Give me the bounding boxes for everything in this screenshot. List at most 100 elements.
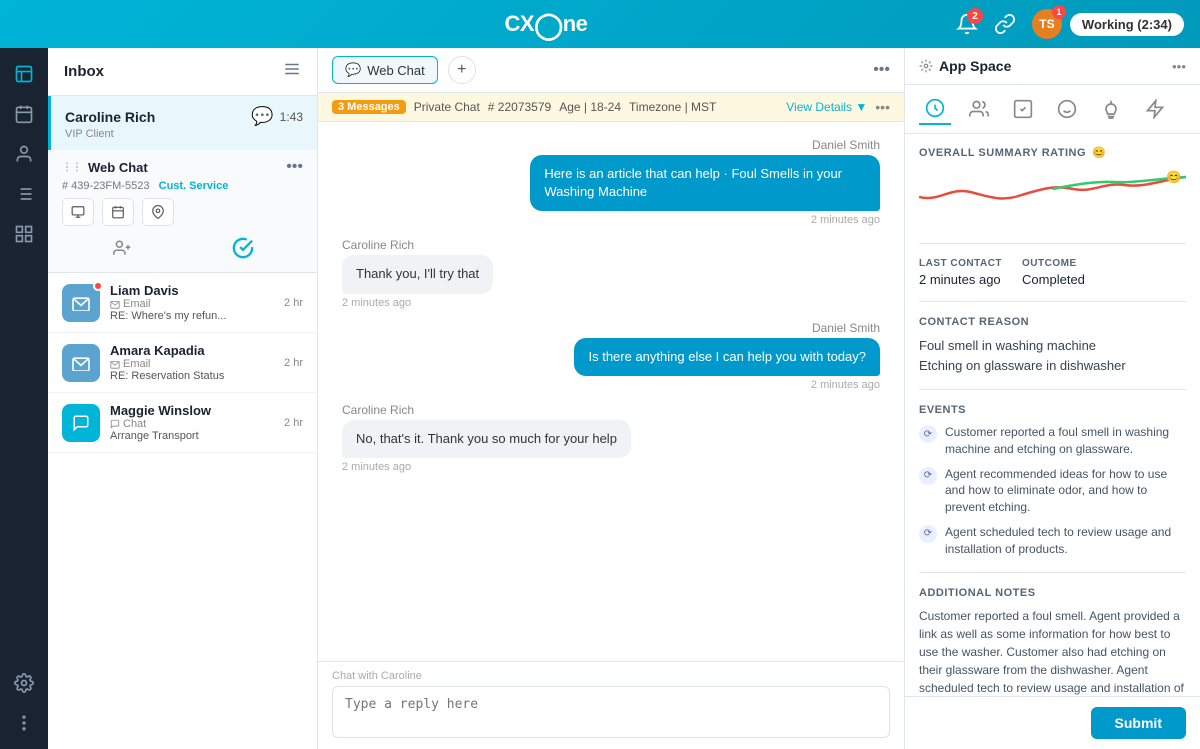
chat-input-label: Chat with Caroline	[332, 670, 890, 682]
rating-chart: 😊	[919, 167, 1186, 217]
webchat-label: Web Chat	[88, 160, 148, 175]
message-time: 2 minutes ago	[342, 297, 411, 309]
event-list: ⟳ Customer reported a foul smell in wash…	[919, 424, 1186, 558]
contact-avatar-amara	[62, 344, 100, 382]
tab-emoji[interactable]	[1051, 93, 1083, 125]
sidebar-grid-icon[interactable]	[6, 216, 42, 252]
message-bubble: Is there anything else I can help you wi…	[574, 338, 880, 376]
drag-handle[interactable]: ⋮⋮	[62, 162, 82, 173]
sidebar-list-icon[interactable]	[6, 176, 42, 212]
message-bubble: Thank you, I'll try that	[342, 255, 493, 293]
summary-title: OVERALL SUMMARY RATING 😊	[919, 146, 1186, 159]
event-text: Customer reported a foul smell in washin…	[945, 424, 1186, 458]
screen-icon-button[interactable]	[62, 198, 94, 226]
sidebar-inbox-icon[interactable]	[6, 56, 42, 92]
contact-subject: RE: Reservation Status	[110, 370, 274, 382]
event-item: ⟳ Agent scheduled tech to review usage a…	[919, 524, 1186, 558]
submit-button[interactable]: Submit	[1091, 707, 1186, 739]
contact-time: 2 hr	[284, 417, 303, 429]
event-item: ⟳ Customer reported a foul smell in wash…	[919, 424, 1186, 458]
chat-messages: Daniel Smith Here is an article that can…	[318, 122, 904, 661]
list-item[interactable]: Amara Kapadia Email RE: Reservation Stat…	[48, 333, 317, 393]
user-avatar: TS 1	[1032, 9, 1062, 39]
tab-bolt[interactable]	[1139, 93, 1171, 125]
avatar-initials: TS	[1039, 17, 1054, 31]
contact-name: Amara Kapadia	[110, 343, 274, 358]
inbox-panel: Inbox Caroline Rich 💬 1:43 VIP Client ⋮⋮…	[48, 48, 318, 749]
tab-summary[interactable]	[919, 93, 951, 125]
unread-indicator	[93, 281, 103, 291]
chat-more-button[interactable]: •••	[873, 61, 890, 79]
status-label: Working (2:34)	[1082, 17, 1172, 32]
active-contact[interactable]: Caroline Rich 💬 1:43 VIP Client	[48, 96, 317, 150]
private-chat-label: Private Chat	[414, 100, 480, 114]
inbox-filter-button[interactable]	[283, 60, 301, 83]
action-icons	[62, 198, 303, 226]
sidebar-settings-icon[interactable]	[6, 665, 42, 701]
link-button[interactable]	[994, 13, 1016, 35]
notifications-button[interactable]: 2	[956, 13, 978, 35]
age-label: Age | 18-24	[559, 100, 621, 114]
inbox-header: Inbox	[48, 48, 317, 96]
message-sender: Caroline Rich	[342, 403, 414, 417]
contact-avatar-maggie	[62, 404, 100, 442]
nav-right: 2 TS 1 Working (2:34)	[956, 9, 1184, 39]
appspace-more-button[interactable]: •••	[1172, 59, 1186, 74]
stats-section: LAST CONTACT 2 minutes ago OUTCOME Compl…	[919, 258, 1186, 302]
contact-avatar-liam	[62, 284, 100, 322]
status-button[interactable]: Working (2:34)	[1070, 13, 1184, 36]
message-time: 2 minutes ago	[811, 214, 880, 226]
contact-reason-section: CONTACT REASON Foul smell in washing mac…	[919, 316, 1186, 390]
message-group: Caroline Rich No, that's it. Thank you s…	[342, 403, 880, 473]
webchat-title: ⋮⋮ Web Chat	[62, 160, 148, 175]
event-icon-1: ⟳	[919, 425, 937, 443]
location-icon-button[interactable]	[142, 198, 174, 226]
contact-subject: RE: Where's my refun...	[110, 310, 274, 322]
calendar-icon-button[interactable]	[102, 198, 134, 226]
message-time: 2 minutes ago	[811, 379, 880, 391]
message-time: 2 minutes ago	[342, 461, 411, 473]
event-text: Agent recommended ideas for how to use a…	[945, 466, 1186, 516]
message-sender: Daniel Smith	[812, 321, 880, 335]
contact-subject: Arrange Transport	[110, 430, 274, 442]
additional-notes-title: ADDITIONAL NOTES	[919, 587, 1186, 599]
list-item[interactable]: Maggie Winslow Chat Arrange Transport 2 …	[48, 393, 317, 453]
accept-button[interactable]	[225, 232, 261, 264]
sidebar-calendar-icon[interactable]	[6, 96, 42, 132]
add-user-button[interactable]	[104, 232, 140, 264]
webchat-bottom-actions	[62, 232, 303, 264]
additional-notes-text: Customer reported a foul smell. Agent pr…	[919, 607, 1186, 696]
webchat-tab[interactable]: 💬 Web Chat	[332, 56, 438, 84]
contact-name: Maggie Winslow	[110, 403, 274, 418]
chat-meta-more-button[interactable]: •••	[875, 99, 890, 115]
last-contact-stat: LAST CONTACT 2 minutes ago	[919, 258, 1002, 287]
tab-contacts[interactable]	[963, 93, 995, 125]
message-sender: Caroline Rich	[342, 238, 414, 252]
list-item[interactable]: Liam Davis Email RE: Where's my refun...…	[48, 273, 317, 333]
tab-label: Web Chat	[367, 63, 425, 78]
tab-profile[interactable]	[1007, 93, 1039, 125]
webchat-more-button[interactable]: •••	[286, 158, 303, 176]
outcome-label: OUTCOME	[1022, 258, 1085, 269]
chat-input-area: Chat with Caroline	[318, 661, 904, 749]
timezone-label: Timezone | MST	[629, 100, 716, 114]
contact-time: 2 hr	[284, 297, 303, 309]
message-bubble: Here is an article that can help · Foul …	[530, 155, 880, 211]
message-group: Daniel Smith Here is an article that can…	[342, 138, 880, 226]
message-count-badge: 3 Messages	[332, 100, 406, 114]
outcome-stat: OUTCOME Completed	[1022, 258, 1085, 287]
chat-input[interactable]	[332, 686, 890, 738]
sidebar-person-icon[interactable]	[6, 136, 42, 172]
appspace-tabs	[905, 85, 1200, 134]
sidebar-more-icon[interactable]	[6, 705, 42, 741]
webchat-meta: # 439-23FM-5523 Cust. Service	[62, 180, 303, 192]
logo-text: CX◯ne	[505, 11, 588, 37]
contact-name: Liam Davis	[110, 283, 274, 298]
contact-type: Email	[110, 358, 274, 370]
view-details-link[interactable]: View Details ▼	[786, 100, 867, 114]
tab-bulb[interactable]	[1095, 93, 1127, 125]
add-tab-button[interactable]: +	[448, 56, 476, 84]
submit-area: Submit	[905, 696, 1200, 749]
events-title: EVENTS	[919, 404, 1186, 416]
event-text: Agent scheduled tech to review usage and…	[945, 524, 1186, 558]
